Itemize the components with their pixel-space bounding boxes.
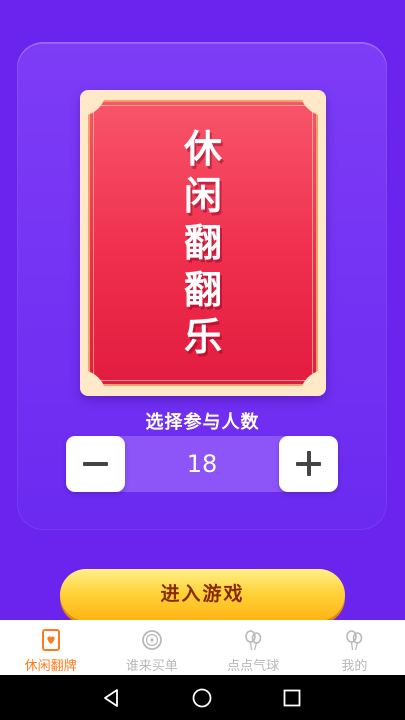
tab-pop-balloons[interactable]: 点点气球 <box>203 620 304 675</box>
system-nav-bar <box>0 675 405 720</box>
card-title-char: 翻 <box>183 268 222 312</box>
tab-who-pays[interactable]: 谁来买单 <box>101 620 202 675</box>
tab-label: 我的 <box>341 659 368 674</box>
home-icon[interactable] <box>191 687 213 709</box>
tab-flip-cards[interactable]: 休闲翻牌 <box>0 620 101 675</box>
decrease-button[interactable] <box>66 436 125 492</box>
bottom-tab-bar: 休闲翻牌 谁来买单 点点气球 我的 <box>0 620 405 675</box>
enter-game-button[interactable]: 进入游戏 <box>60 569 345 621</box>
back-icon[interactable] <box>100 687 122 709</box>
balloon-icon <box>346 630 363 651</box>
card-title-char: 闲 <box>183 174 222 218</box>
tab-label: 谁来买单 <box>125 659 178 674</box>
card-title-char: 乐 <box>183 315 222 359</box>
minus-icon <box>83 462 108 466</box>
bottle-cap-icon <box>141 630 162 650</box>
balloon-icon <box>245 630 262 651</box>
player-count-label: 选择参与人数 <box>145 412 260 433</box>
recent-apps-icon[interactable] <box>281 687 303 709</box>
tab-me[interactable]: 我的 <box>304 620 405 675</box>
card-title-char: 休 <box>183 127 222 171</box>
card-title-char: 翻 <box>183 221 222 265</box>
tab-label: 休闲翻牌 <box>24 659 77 674</box>
player-count-value: 18 <box>186 450 218 478</box>
card-icon <box>41 629 60 651</box>
player-count-stepper: 18 <box>66 436 338 492</box>
tab-label: 点点气球 <box>227 659 280 674</box>
game-card: 休 闲 翻 翻 乐 <box>80 90 326 396</box>
increase-button[interactable] <box>279 436 338 492</box>
card-title: 休 闲 翻 翻 乐 <box>80 126 326 361</box>
